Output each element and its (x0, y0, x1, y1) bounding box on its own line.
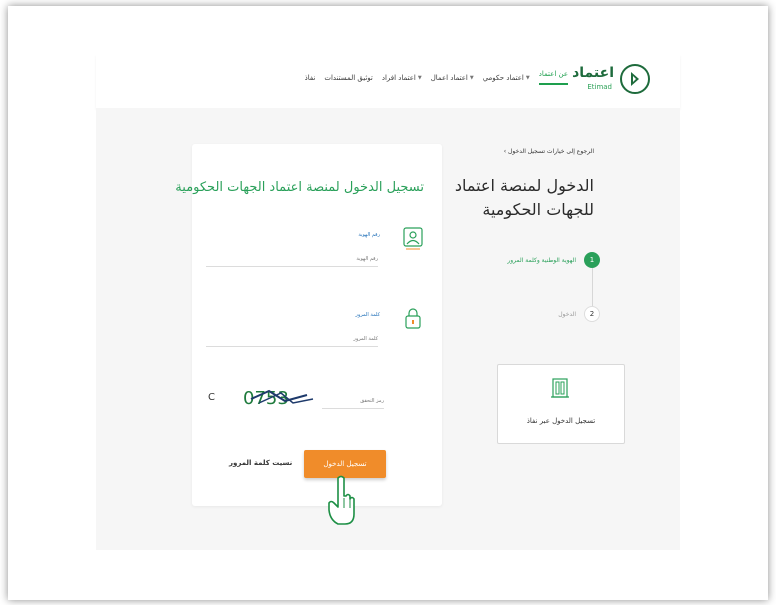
step-1-label: الهوية الوطنية وكلمة المرور (507, 257, 576, 264)
nav-label: اعتماد اعمال (430, 73, 468, 82)
nav-label: اعتماد افراد (381, 73, 416, 82)
step-1-indicator: 1 (584, 252, 600, 268)
nav-item-documents[interactable]: توثيق المستندات (324, 70, 373, 85)
nav-item-government[interactable]: اعتماد حكومي ▼ (483, 70, 530, 85)
logo-text: اعتماد (572, 65, 614, 81)
building-icon (551, 378, 569, 398)
nafath-login-label: تسجيل الدخول عبر نفاذ (526, 417, 596, 425)
id-card-icon (403, 227, 423, 250)
step-connector (592, 268, 593, 306)
nav-item-individuals[interactable]: اعتماد افراد ▼ (382, 70, 422, 85)
refresh-captcha-icon[interactable]: C (208, 392, 215, 403)
logo-subtext: Etimad (587, 83, 612, 91)
etimad-logo[interactable]: اعتماد Etimad (572, 64, 650, 98)
password-input[interactable] (206, 332, 378, 347)
nav-label: عن اعتماد (538, 70, 568, 78)
nav-item-about[interactable]: عن اعتماد (538, 70, 568, 85)
chevron-down-icon: ▼ (525, 74, 530, 81)
pointer-hand-icon (328, 475, 355, 525)
step-2-indicator: 2 (584, 306, 600, 322)
login-form-title: تسجيل الدخول لمنصة اعتماد الجهات الحكومي… (175, 180, 424, 195)
page-title: الدخول لمنصة اعتماد للجهات الحكومية (454, 176, 594, 219)
chevron-down-icon: ▼ (469, 74, 474, 81)
nav-label: اعتماد حكومي (482, 73, 524, 82)
password-label: كلمة المرور (355, 312, 380, 318)
content-area: ‹ الرجوع إلى خيارات تسجيل الدخول الدخول … (96, 108, 680, 550)
national-id-label: رقم الهوية (358, 232, 380, 238)
nav-label: نفاذ (304, 73, 316, 82)
step-2-label: الدخول (558, 311, 576, 318)
back-link-label: الرجوع إلى خيارات تسجيل الدخول (508, 148, 594, 155)
nav-label: توثيق المستندات (324, 73, 373, 82)
logo-mark-icon (620, 64, 650, 94)
lock-icon (405, 308, 421, 329)
nav-item-nafath[interactable]: نفاذ (305, 70, 316, 85)
main-nav: عن اعتماد اعتماد حكومي ▼ اعتماد اعمال ▼ اع… (305, 70, 568, 85)
back-link[interactable]: ‹ الرجوع إلى خيارات تسجيل الدخول (504, 148, 594, 155)
nafath-login-option[interactable]: تسجيل الدخول عبر نفاذ (497, 364, 625, 444)
browser-frame: اعتماد Etimad عن اعتماد اعتماد حكومي ▼ اع… (8, 6, 768, 600)
top-header: اعتماد Etimad عن اعتماد اعتماد حكومي ▼ اع… (96, 54, 680, 108)
national-id-input[interactable] (206, 252, 378, 267)
chevron-down-icon: ▼ (417, 74, 422, 81)
nav-item-business[interactable]: اعتماد اعمال ▼ (431, 70, 474, 85)
captcha-input[interactable] (322, 394, 384, 409)
forgot-password-link[interactable]: نسيت كلمة المرور (229, 459, 292, 467)
captcha-image: 0753 (243, 388, 314, 409)
login-card: تسجيل الدخول لمنصة اعتماد الجهات الحكومي… (175, 144, 442, 525)
